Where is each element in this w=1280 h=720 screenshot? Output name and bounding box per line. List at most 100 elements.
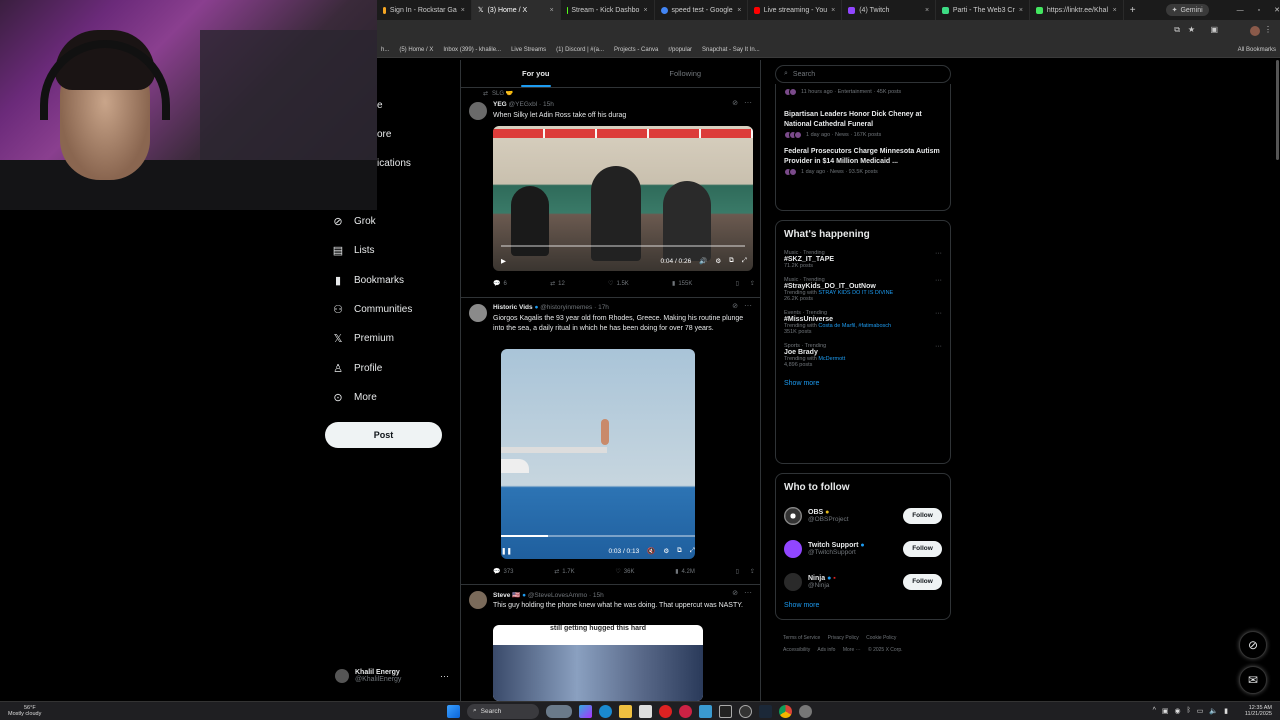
- trend-item[interactable]: Sports · Trending Joe Brady Trending wit…: [776, 343, 950, 368]
- trend-more-icon[interactable]: ···: [935, 343, 942, 350]
- like-button[interactable]: ♡ 36K: [615, 568, 634, 576]
- footer-link[interactable]: Accessibility: [783, 647, 810, 653]
- views-button[interactable]: ▮ 4.2M: [675, 568, 695, 576]
- bookmark-item[interactable]: Projects - Canva: [614, 47, 658, 53]
- maximize-icon[interactable]: ▫: [1258, 7, 1260, 14]
- nav-premium[interactable]: 𝕏 Premium: [330, 324, 460, 353]
- scrollbar[interactable]: [1276, 60, 1279, 160]
- footer-link[interactable]: Cookie Policy: [866, 635, 896, 641]
- trend-more-icon[interactable]: ···: [935, 277, 942, 284]
- steam-icon[interactable]: [759, 704, 772, 718]
- settings-icon[interactable]: [799, 704, 812, 718]
- capcut-icon[interactable]: [719, 704, 732, 718]
- tweet-author-name[interactable]: YEG: [493, 101, 507, 108]
- bookmark-button[interactable]: ▯ ⇪: [736, 280, 755, 287]
- tab-kick[interactable]: Stream - Kick Dashbo ×: [561, 0, 655, 20]
- repost-button[interactable]: ⇄ 12: [550, 280, 565, 288]
- tray-app-icon[interactable]: ▣: [1162, 707, 1169, 715]
- share-icon[interactable]: ⇪: [750, 280, 755, 287]
- fullscreen-icon[interactable]: ⤢: [742, 257, 747, 265]
- tab-google[interactable]: speed test - Google ×: [655, 0, 749, 20]
- trend-item[interactable]: Music · Trending #SKZ_IT_TAPE 71.2K post…: [776, 250, 950, 269]
- trend-item[interactable]: Events · Trending #MissUniverse Trending…: [776, 310, 950, 335]
- reply-button[interactable]: 💬 373: [493, 568, 514, 576]
- play-icon[interactable]: ▶: [501, 257, 506, 265]
- bookmark-button[interactable]: ▯ ⇪: [736, 568, 755, 575]
- bookmark-item[interactable]: r/popular: [668, 47, 692, 53]
- battery-icon[interactable]: ▮: [1224, 707, 1228, 715]
- widgets-icon[interactable]: [546, 704, 572, 718]
- close-tab-icon[interactable]: ×: [1113, 7, 1117, 14]
- video-progress-track[interactable]: [501, 245, 745, 247]
- nav-home-partial[interactable]: e: [377, 100, 383, 111]
- file-explorer-icon[interactable]: [619, 704, 632, 718]
- tweet[interactable]: ⇄ SLG 🤝 YEG @YEGxbl · 15h ⊘ ··· When Silk…: [461, 88, 760, 298]
- profile-avatar-icon[interactable]: [1250, 26, 1260, 36]
- nav-bookmarks[interactable]: ▮ Bookmarks: [330, 266, 460, 295]
- trend-related-link[interactable]: STRAY KIDS DO IT IS DIVINE: [818, 290, 893, 296]
- messages-float-button[interactable]: ✉: [1239, 666, 1267, 694]
- follow-suggestion[interactable]: Ninja ● ▪ @Ninja Follow: [776, 565, 950, 598]
- share-icon[interactable]: ⇪: [750, 568, 755, 575]
- tweet-more-icon[interactable]: ···: [744, 98, 752, 107]
- close-tab-icon[interactable]: ×: [643, 7, 647, 14]
- volume-icon[interactable]: 🔊: [699, 257, 707, 265]
- show-more-link[interactable]: Show more: [776, 598, 950, 617]
- trend-item[interactable]: Music · Trending #StrayKids_DO_IT_OutNow…: [776, 277, 950, 302]
- tray-chevron-icon[interactable]: ^: [1153, 707, 1156, 715]
- bookmark-item[interactable]: Live Streams: [511, 47, 546, 53]
- tweet-author-name[interactable]: Historic Vids: [493, 304, 533, 311]
- trend-more-icon[interactable]: ···: [935, 250, 942, 257]
- close-tab-icon[interactable]: ×: [550, 7, 554, 14]
- bookmark-partial[interactable]: h...: [381, 47, 389, 53]
- account-switcher[interactable]: Khalil Energy @KhalilEnergy ···: [335, 665, 455, 687]
- chrome-icon[interactable]: [779, 704, 792, 718]
- bluetooth-icon[interactable]: ᛒ: [1187, 707, 1191, 715]
- weather-widget[interactable]: 56°F Mostly cloudy: [8, 705, 41, 718]
- obs-icon[interactable]: [739, 704, 752, 718]
- grok-explain-icon[interactable]: ⊘: [732, 302, 738, 310]
- follow-suggestion[interactable]: OBS ● @OBSProject Follow: [776, 499, 950, 532]
- network-icon[interactable]: ▭: [1197, 707, 1204, 715]
- close-tab-icon[interactable]: ×: [831, 7, 835, 14]
- tab-for-you[interactable]: For you: [461, 60, 611, 87]
- new-tab-icon[interactable]: +: [1130, 5, 1136, 16]
- tweet-video[interactable]: still getting hugged this hard: [493, 625, 703, 701]
- repost-button[interactable]: ⇄ 1.7K: [554, 568, 574, 576]
- footer-link[interactable]: Terms of Service: [783, 635, 820, 641]
- nav-profile[interactable]: ♙ Profile: [330, 353, 460, 382]
- tab-rockstar[interactable]: Sign In - Rockstar Ga ×: [377, 0, 472, 20]
- footer-link[interactable]: Privacy Policy: [828, 635, 859, 641]
- tab-linktree[interactable]: https://linktr.ee/Khal ×: [1030, 0, 1124, 20]
- bookmark-item[interactable]: Inbox (399) - khalile...: [443, 47, 501, 53]
- settings-icon[interactable]: ⚙: [715, 257, 721, 265]
- pause-icon[interactable]: ❚❚: [501, 547, 512, 555]
- windows-start-icon[interactable]: [447, 704, 460, 718]
- news-item[interactable]: Federal Prosecutors Charge Minnesota Aut…: [776, 147, 950, 176]
- copilot-icon[interactable]: [579, 704, 592, 718]
- store-icon[interactable]: [639, 704, 652, 718]
- tab-following[interactable]: Following: [611, 60, 761, 87]
- tab-x-home[interactable]: 𝕏 (3) Home / X ×: [471, 0, 561, 20]
- tweet-video[interactable]: ❚❚ 0:03 / 0:13 🔇 ⚙ ⧉ ⤢: [501, 349, 695, 559]
- close-tab-icon[interactable]: ×: [925, 7, 929, 14]
- media-app-icon[interactable]: [679, 704, 692, 718]
- avatar[interactable]: [469, 304, 487, 322]
- grok-explain-icon[interactable]: ⊘: [732, 589, 738, 597]
- all-bookmarks[interactable]: All Bookmarks: [1238, 47, 1276, 53]
- muted-icon[interactable]: 🔇: [647, 547, 655, 555]
- tweet[interactable]: Historic Vids ● @historyinmemes · 17h ⊘ …: [461, 298, 760, 585]
- volume-icon[interactable]: 🔈: [1209, 707, 1218, 715]
- show-more-link[interactable]: Show more: [776, 376, 950, 395]
- trend-related-link[interactable]: Costa de Marfil, #fatimabosch: [818, 323, 891, 329]
- tweet-author-name[interactable]: Steve 🇺🇸: [493, 592, 520, 599]
- settings-icon[interactable]: ⚙: [663, 547, 669, 555]
- sidepanel-icon[interactable]: ▣: [1210, 25, 1218, 34]
- follow-suggestion[interactable]: Twitch Support ● @TwitchSupport Follow: [776, 532, 950, 565]
- nav-lists[interactable]: ▤ Lists: [330, 236, 460, 265]
- minimize-icon[interactable]: —: [1237, 7, 1244, 14]
- close-window-icon[interactable]: ✕: [1274, 6, 1280, 14]
- news-item[interactable]: Bipartisan Leaders Honor Dick Cheney at …: [776, 110, 950, 139]
- tab-youtube[interactable]: Live streaming - You ×: [748, 0, 843, 20]
- gemini-button[interactable]: ✦ Gemini: [1165, 4, 1209, 16]
